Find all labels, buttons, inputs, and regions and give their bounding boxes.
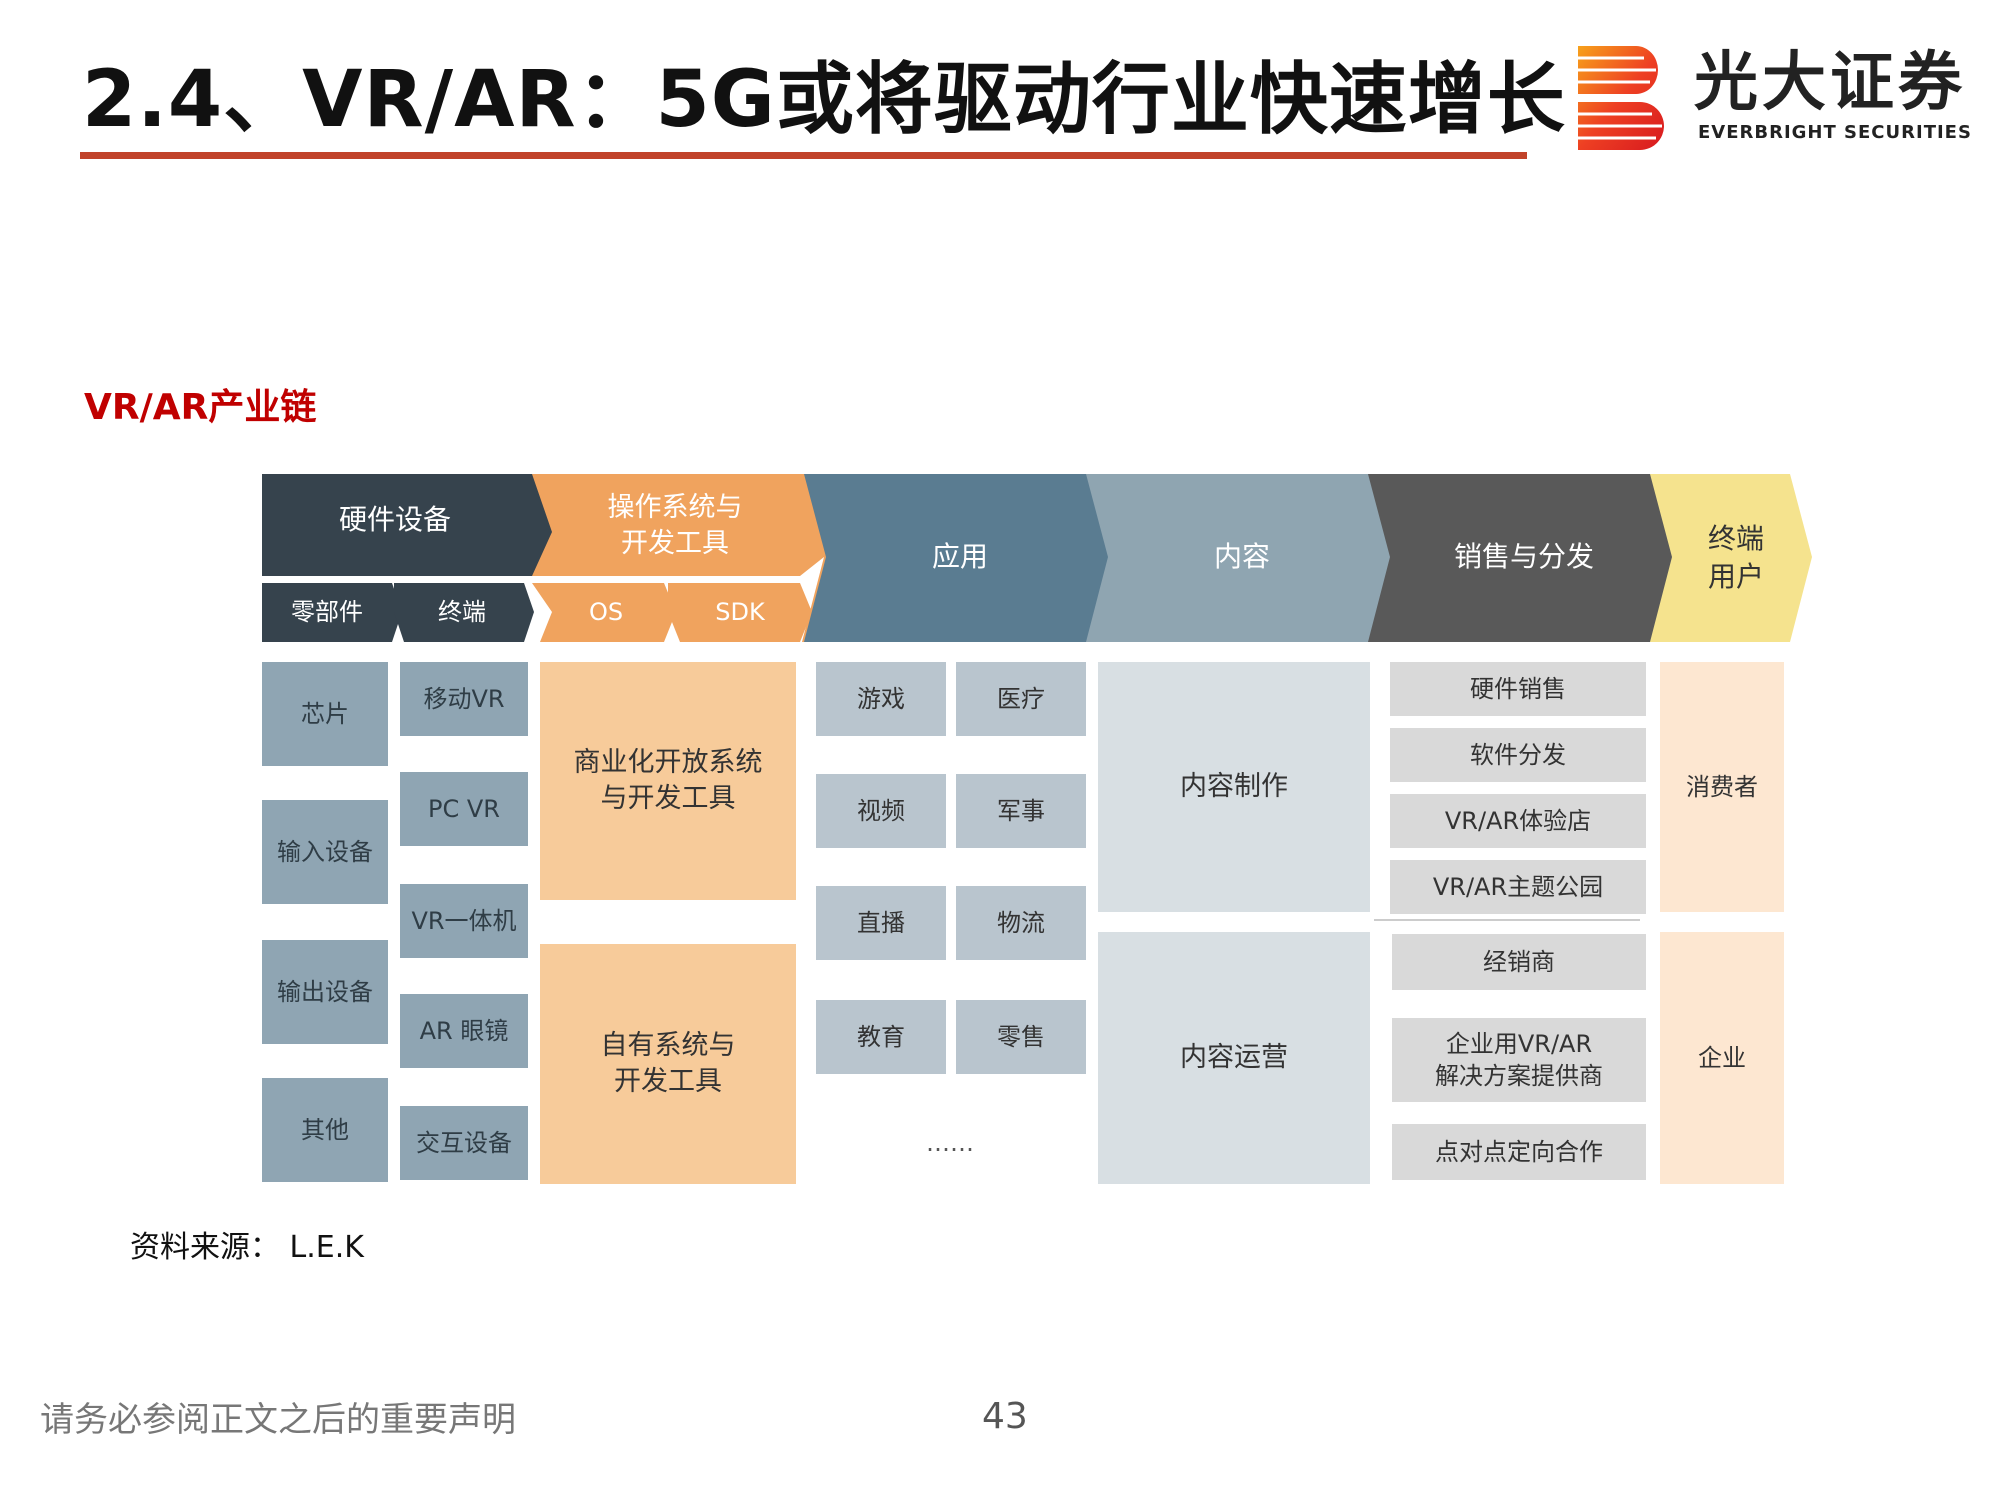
app-item: 物流 [956,886,1086,960]
enduser-item: 企业 [1660,932,1784,1184]
source-note: 资料来源： L.E.K [130,1230,364,1265]
sales-enterprise-item: 经销商 [1392,934,1646,990]
terminal-item: 移动VR [400,662,528,736]
stage-terminal-label: 终端 [438,597,486,626]
terminal-item: VR一体机 [400,884,528,958]
terminal-item: AR 眼镜 [400,994,528,1068]
os-item: 商业化开放系统 与开发工具 [540,662,796,900]
enduser-item: 消费者 [1660,662,1784,912]
page-number: 43 [982,1396,1028,1437]
stage-enduser-label: 终端 用户 [1707,522,1764,593]
stage-content-label: 内容 [1213,540,1270,574]
app-item: 军事 [956,774,1086,848]
sales-consumer-item: 硬件销售 [1390,662,1646,716]
parts-item: 其他 [262,1078,388,1182]
sales-enterprise-item: 企业用VR/AR 解决方案提供商 [1392,1018,1646,1102]
terminal-item: 交互设备 [400,1106,528,1180]
stage-hardware-label: 硬件设备 [338,503,451,537]
stage-sales-label: 销售与分发 [1453,540,1594,574]
sales-consumer-item: VR/AR主题公园 [1390,860,1646,914]
app-item: 视频 [816,774,946,848]
stage-os-sub-label: OS [588,597,624,626]
app-item: 直播 [816,886,946,960]
content-item: 内容制作 [1098,662,1370,912]
content-item: 内容运营 [1098,932,1370,1184]
sales-enterprise-item: 点对点定向合作 [1392,1124,1646,1180]
stage-app-label: 应用 [931,540,988,574]
parts-item: 输出设备 [262,940,388,1044]
app-item: 医疗 [956,662,1086,736]
app-item: 零售 [956,1000,1086,1074]
footer-disclaimer: 请务必参阅正文之后的重要声明 [40,1400,516,1440]
app-item: 游戏 [816,662,946,736]
stage-sdk-label: SDK [715,597,765,626]
parts-item: 芯片 [262,662,388,766]
os-item: 自有系统与 开发工具 [540,944,796,1184]
stage-os-label: 操作系统与 开发工具 [607,491,743,559]
terminal-item: PC VR [400,772,528,846]
app-item: 教育 [816,1000,946,1074]
parts-item: 输入设备 [262,800,388,904]
stage-parts-label: 零部件 [291,597,363,626]
sales-consumer-item: 软件分发 [1390,728,1646,782]
app-more-ellipsis: …… [926,1128,974,1157]
sales-consumer-item: VR/AR体验店 [1390,794,1646,848]
